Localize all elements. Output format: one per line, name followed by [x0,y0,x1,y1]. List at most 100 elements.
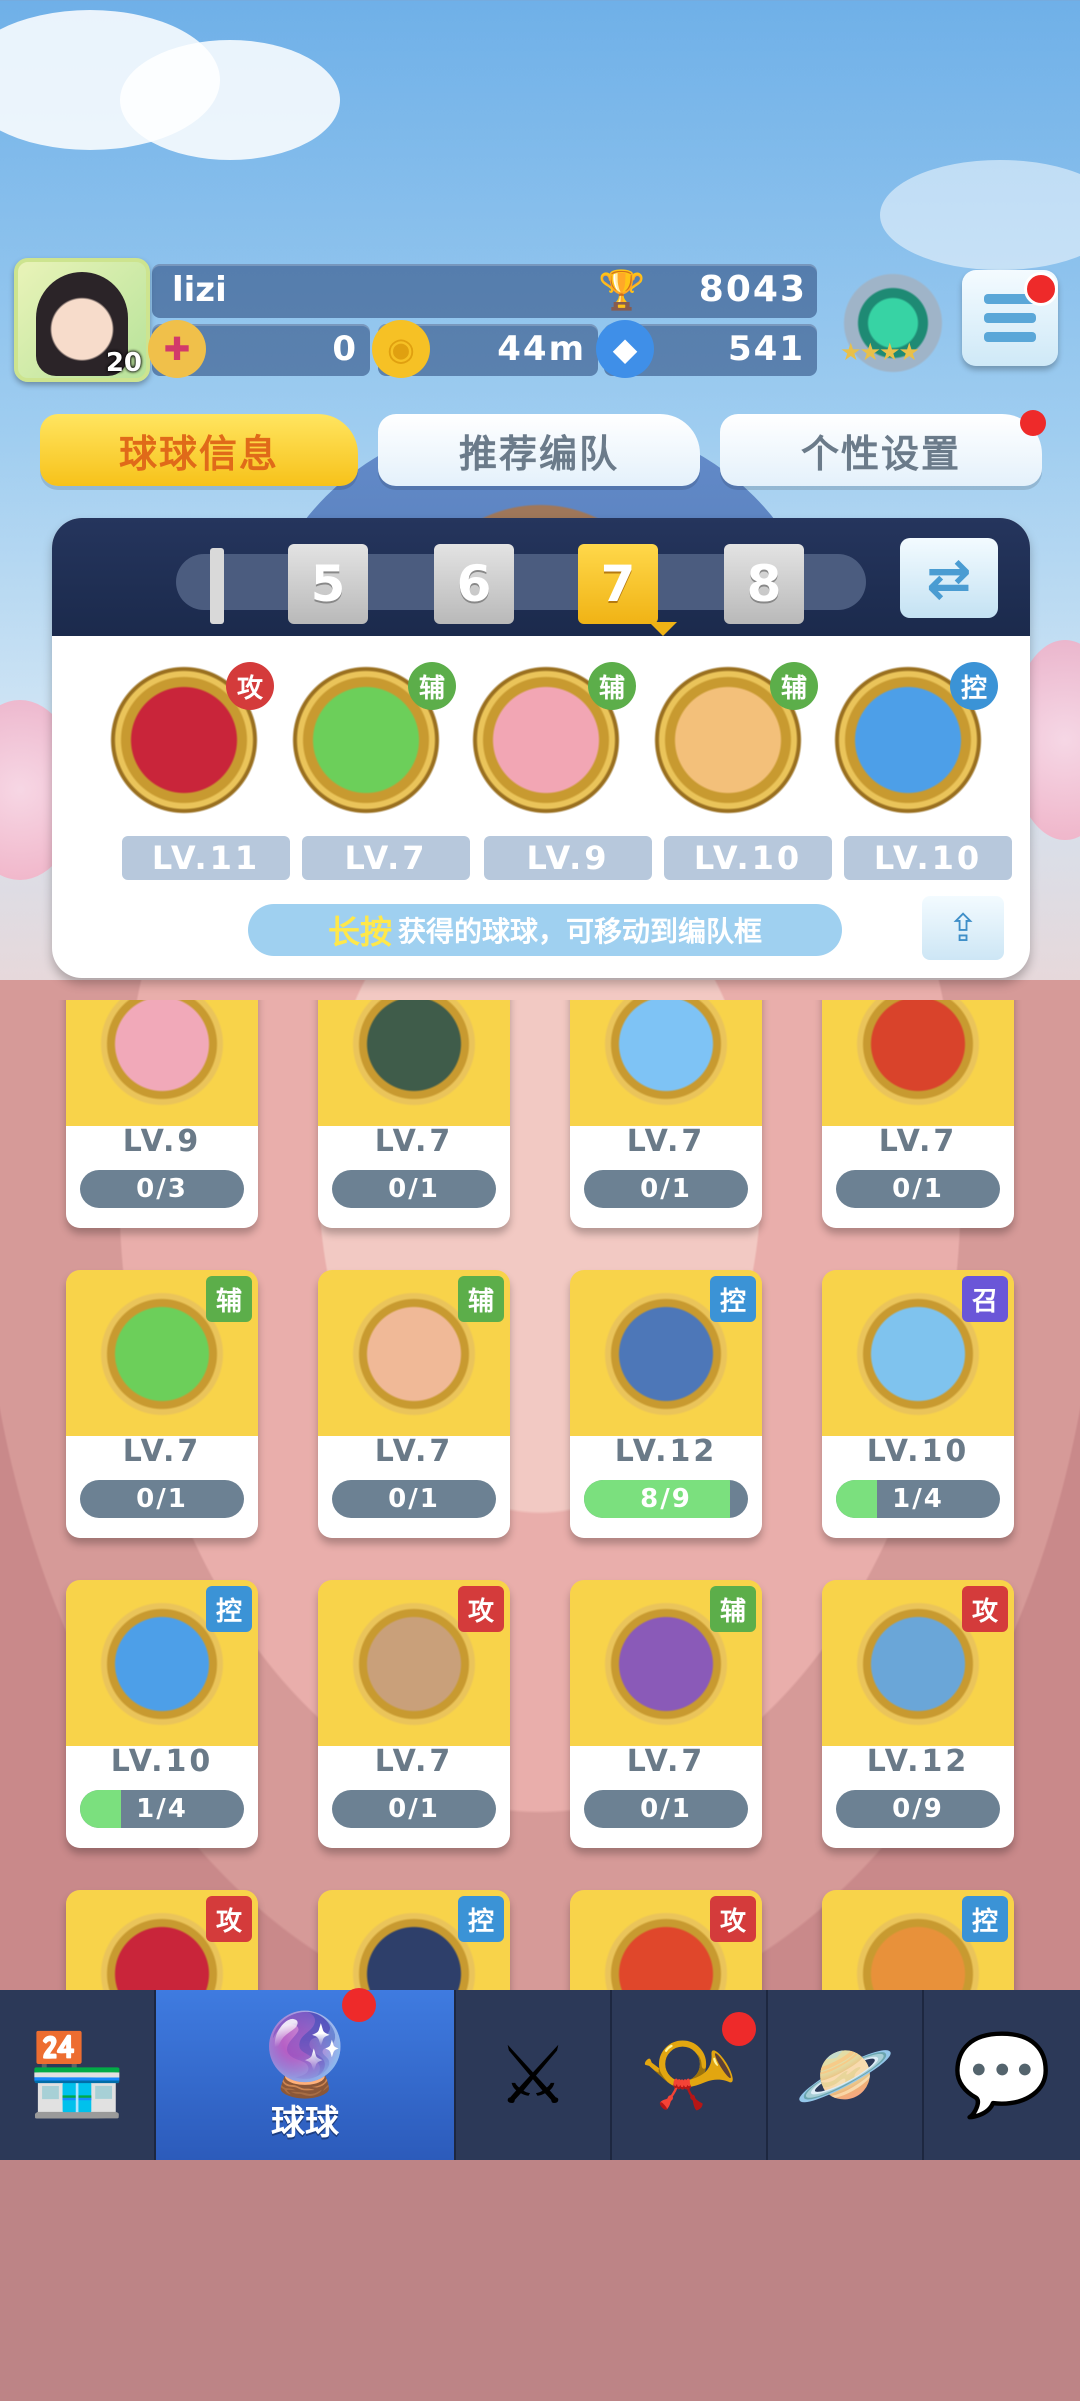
cloud [120,40,340,160]
cloud [880,160,1080,270]
ball-card[interactable]: 辅 LV.7 0/1 [318,1270,510,1538]
role-tag: 辅 [770,662,818,710]
crossed-swords-icon: ⚔ [497,2028,569,2122]
player-name-bar: lizi 🏆 8043 [152,264,817,318]
nav-battle[interactable]: ⚔ [456,1990,612,2160]
role-tag: 控 [950,662,998,710]
ball-level: LV.7 [374,1434,454,1469]
upgrade-progress-bar: 0/9 [836,1790,1000,1828]
upgrade-progress-text: 0/9 [892,1794,944,1824]
team-member[interactable]: 辅 [292,662,456,814]
ball-card[interactable]: 攻 LV.12 0/9 [822,1580,1014,1848]
tab-recommended-team[interactable]: 推荐编队 [378,414,700,486]
slot-partial [210,548,224,624]
ball-card[interactable]: LV.9 0/3 [66,1000,258,1228]
nav-balls[interactable]: 🔮 球球 [156,1988,456,2160]
hint-highlight: 长按 [327,913,392,951]
upgrade-progress-text: 1/4 [136,1794,188,1824]
trophy-icon: 🏆 [598,268,646,312]
upgrade-progress-bar: 1/4 [80,1790,244,1828]
ball-card[interactable]: 控 [318,1890,510,1990]
ball-icon: 🔮 [255,2008,355,2101]
upgrade-progress-text: 0/1 [640,1794,692,1824]
gem-add-icon[interactable]: ◆ [596,320,654,378]
team-member-level: LV.7 [302,836,470,880]
ball-level: LV.7 [122,1434,202,1469]
tab-personal-settings[interactable]: 个性设置 [720,414,1042,486]
ball-level: LV.12 [866,1744,970,1779]
chat-heart-icon: 💬 [952,2028,1052,2121]
upgrade-progress-bar: 0/1 [332,1170,496,1208]
team-member[interactable]: 控 [834,662,998,814]
nav-shop[interactable]: 🏪 [0,1990,156,2160]
ball-orb [346,1000,482,1112]
ball-card[interactable]: 辅 LV.7 0/1 [570,1580,762,1848]
ball-card[interactable]: 召 LV.10 1/4 [822,1270,1014,1538]
ball-level: LV.9 [122,1124,202,1159]
ball-orb [598,1000,734,1112]
role-tag: 控 [962,1896,1008,1942]
team-panel: 5 6 7 8 ⇄ 攻 LV.11 辅 LV.7 辅 LV.9 辅 LV.10 … [52,518,1030,978]
team-slot-6[interactable]: 6 [434,544,514,624]
ball-card[interactable]: LV.7 0/1 [570,1000,762,1228]
tab-ball-info[interactable]: 球球信息 [40,414,358,486]
team-member[interactable]: 辅 [472,662,636,814]
upgrade-progress-text: 0/1 [388,1174,440,1204]
ball-card[interactable]: 攻 [66,1890,258,1990]
upgrade-progress-text: 0/3 [136,1174,188,1204]
role-tag: 辅 [710,1586,756,1632]
gift-add-icon[interactable]: ✚ [148,320,206,378]
role-tag: 控 [710,1276,756,1322]
ball-card[interactable]: 攻 LV.7 0/1 [318,1580,510,1848]
hint-text: 获得的球球，可移动到编队框 [398,915,763,948]
planet-icon: 🪐 [795,2028,895,2121]
nav-social[interactable]: 💬 [924,1990,1080,2160]
upgrade-progress-text: 0/1 [136,1484,188,1514]
team-slot-7[interactable]: 7 [578,544,658,624]
ball-card[interactable]: LV.7 0/1 [822,1000,1014,1228]
upgrade-progress-bar: 0/1 [332,1790,496,1828]
role-tag: 攻 [226,662,274,710]
ball-level: LV.7 [374,1124,454,1159]
role-tag: 召 [962,1276,1008,1322]
ball-card[interactable]: 攻 [570,1890,762,1990]
settings-notification-dot [1020,410,1046,436]
selected-slot-pointer [649,622,677,636]
ball-card[interactable]: LV.7 0/1 [318,1000,510,1228]
ball-level: LV.7 [878,1124,958,1159]
upgrade-progress-bar: 0/1 [836,1170,1000,1208]
role-tag: 攻 [962,1586,1008,1632]
ball-card[interactable]: 辅 LV.7 0/1 [66,1270,258,1538]
nav-planet[interactable]: 🪐 [768,1990,924,2160]
role-tag: 控 [458,1896,504,1942]
ball-orb [850,1000,986,1112]
role-tag: 辅 [206,1276,252,1322]
upgrade-progress-text: 1/4 [892,1484,944,1514]
player-avatar[interactable]: 20 [14,258,150,382]
team-slot-8[interactable]: 8 [724,544,804,624]
team-member-level: LV.11 [122,836,290,880]
bottom-nav: 🏪 🔮 球球 ⚔ 📯 🪐 💬 [0,1988,1080,2160]
whistle-icon: 📯 [639,2028,739,2121]
ball-level: LV.10 [866,1434,970,1469]
shop-icon: 🏪 [27,2028,127,2121]
team-member[interactable]: 辅 [654,662,818,814]
upgrade-progress-bar: 0/1 [584,1170,748,1208]
player-level: 20 [105,348,142,378]
ball-card[interactable]: 控 [822,1890,1014,1990]
nav-whistle[interactable]: 📯 [612,1990,768,2160]
team-slot-5[interactable]: 5 [288,544,368,624]
team-member[interactable]: 攻 [110,662,274,814]
swap-team-button[interactable]: ⇄ [900,538,998,618]
gold-add-icon[interactable]: ◉ [372,320,430,378]
ball-card[interactable]: 控 LV.12 8/9 [570,1270,762,1538]
share-button[interactable]: ⇪ [922,896,1004,960]
upgrade-progress-text: 8/9 [640,1484,692,1514]
gem-value: 541 [728,329,805,369]
upgrade-progress-bar: 1/4 [836,1480,1000,1518]
team-member-level: LV.10 [844,836,1012,880]
ball-card[interactable]: 控 LV.10 1/4 [66,1580,258,1848]
bottom-area [0,2160,1080,2401]
team-member-level: LV.10 [664,836,832,880]
whistle-notification-dot [722,2012,756,2046]
